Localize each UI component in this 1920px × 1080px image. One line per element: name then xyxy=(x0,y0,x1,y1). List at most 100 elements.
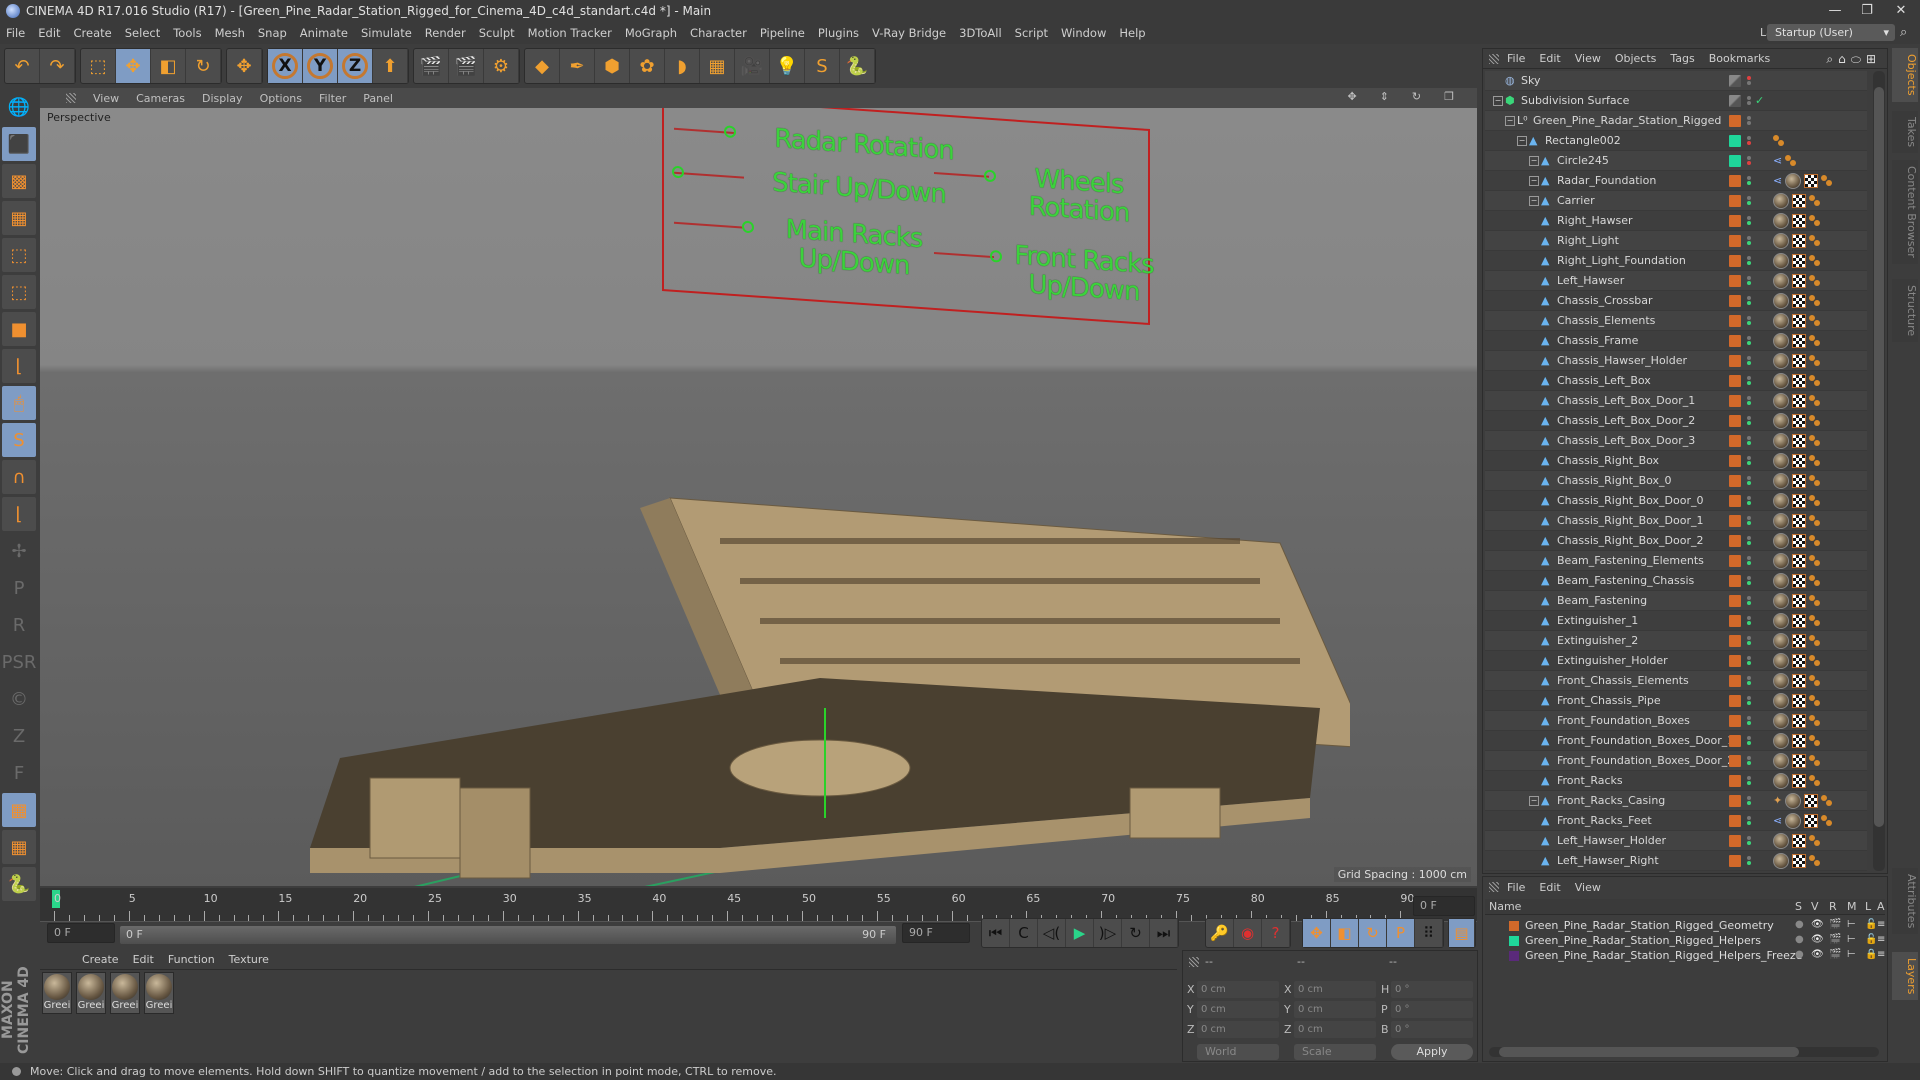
layer-horizontal-scrollbar[interactable] xyxy=(1489,1047,1879,1057)
column-header-m[interactable]: M xyxy=(1847,900,1857,913)
python-button[interactable]: 🐍 xyxy=(840,49,875,83)
layer-color-swatch[interactable] xyxy=(1729,494,1741,507)
visibility-dots[interactable] xyxy=(1747,115,1751,126)
visibility-dots[interactable] xyxy=(1747,815,1751,826)
visibility-dots[interactable] xyxy=(1747,855,1751,866)
visibility-dots[interactable] xyxy=(1747,375,1751,386)
ik-r-button[interactable]: R xyxy=(2,608,36,642)
visibility-dots[interactable] xyxy=(1747,555,1751,566)
render-icon[interactable]: 🎬 xyxy=(1829,919,1841,930)
object-list-scrollbar[interactable] xyxy=(1873,71,1885,871)
visibility-dots[interactable] xyxy=(1747,715,1751,726)
3d-viewport[interactable]: Perspective Radar Rotation Wheels Rotatio… xyxy=(40,108,1477,886)
material-tag-icon[interactable] xyxy=(1773,332,1789,349)
ik-tag-icon[interactable] xyxy=(1809,754,1821,767)
zoom-view-icon[interactable]: ⇕ xyxy=(1380,90,1389,103)
rotate-view-icon[interactable]: ↻ xyxy=(1412,90,1421,103)
control-slider-knob[interactable] xyxy=(990,249,1002,263)
snap-button[interactable]: ∩ xyxy=(2,460,36,494)
layer-color-swatch[interactable] xyxy=(1729,214,1741,227)
visibility-dots[interactable] xyxy=(1747,135,1751,146)
coord-y-field[interactable]: 0 cm xyxy=(1294,1001,1376,1018)
uvw-tag-icon[interactable] xyxy=(1792,633,1806,648)
ik-tag-icon[interactable] xyxy=(1809,294,1821,307)
ik-tag-icon[interactable] xyxy=(1821,814,1833,827)
material-menu-texture[interactable]: Texture xyxy=(229,953,269,966)
layer-menu-edit[interactable]: Edit xyxy=(1539,881,1560,894)
ik-tag-icon[interactable] xyxy=(1809,194,1821,207)
camera-button[interactable]: 🎥 xyxy=(735,49,770,83)
object-row[interactable]: ▲ Beam_Fastening_Elements xyxy=(1485,551,1867,571)
visibility-dots[interactable] xyxy=(1747,695,1751,706)
coord-p-field[interactable]: 0 ° xyxy=(1391,1001,1473,1018)
object-row[interactable]: ▲ Left_Hawser_Right xyxy=(1485,851,1867,871)
menu-plugins[interactable]: Plugins xyxy=(818,26,859,40)
material-tag-icon[interactable] xyxy=(1773,852,1789,869)
ik-tag-icon[interactable] xyxy=(1809,514,1821,527)
ik-tag-icon[interactable] xyxy=(1809,434,1821,447)
expand-icon[interactable]: − xyxy=(1529,195,1539,206)
material-menu-function[interactable]: Function xyxy=(168,953,215,966)
render-settings-button[interactable]: ⚙ xyxy=(484,49,519,83)
coordinate-mode-dropdown[interactable]: World xyxy=(1197,1044,1279,1060)
end-frame-field[interactable]: 90 F xyxy=(902,923,970,943)
uvw-tag-icon[interactable] xyxy=(1792,693,1806,708)
expand-icon[interactable]: − xyxy=(1529,155,1539,166)
object-row[interactable]: ▲ Left_Hawser_Holder xyxy=(1485,831,1867,851)
layer-color-swatch[interactable] xyxy=(1729,254,1741,267)
ik-tag-icon[interactable] xyxy=(1809,854,1821,867)
edges-mode-button[interactable]: ⬚ xyxy=(2,275,36,309)
layer-color-swatch[interactable] xyxy=(1729,474,1741,487)
toggle-layout-icon[interactable]: ❐ xyxy=(1444,90,1454,103)
ik-tag-icon[interactable] xyxy=(1809,674,1821,687)
viewport-menu-filter[interactable]: Filter xyxy=(319,92,346,105)
points-mode-button[interactable]: ⬚ xyxy=(2,238,36,272)
object-row[interactable]: ▲ Chassis_Frame xyxy=(1485,331,1867,351)
enabled-check-icon[interactable]: ✓ xyxy=(1755,94,1764,107)
y-axis-button[interactable]: Y xyxy=(303,49,338,83)
visibility-dots[interactable] xyxy=(1747,655,1751,666)
coord-x-field[interactable]: 0 cm xyxy=(1197,981,1279,998)
layer-color-swatch[interactable] xyxy=(1729,314,1741,327)
menu-help[interactable]: Help xyxy=(1119,26,1145,40)
material-swatch[interactable]: Greei xyxy=(110,972,140,1014)
python-script-button[interactable]: 🐍 xyxy=(2,867,36,901)
object-row[interactable]: − ▲ Radar_Foundation ⋖ xyxy=(1485,171,1867,191)
tab-content-browser[interactable]: Content Browser xyxy=(1892,160,1918,264)
material-tag-icon[interactable] xyxy=(1785,792,1802,809)
object-row[interactable]: − ⬢ Subdivision Surface ✓ xyxy=(1485,91,1867,111)
menu-3dtoall[interactable]: 3DToAll xyxy=(959,26,1002,40)
layer-color-swatch[interactable] xyxy=(1729,234,1741,247)
tab-objects[interactable]: Objects xyxy=(1892,48,1918,102)
layer-color-swatch[interactable] xyxy=(1729,374,1741,387)
visibility-dots[interactable] xyxy=(1747,435,1751,446)
uvw-tag-icon[interactable] xyxy=(1792,853,1806,868)
visibility-dots[interactable] xyxy=(1747,615,1751,626)
visibility-dots[interactable] xyxy=(1747,455,1751,466)
uvw-tag-icon[interactable] xyxy=(1792,673,1806,688)
uvw-tag-icon[interactable] xyxy=(1792,653,1806,668)
joint-tool-button[interactable]: ✢ xyxy=(2,534,36,568)
lock-icon[interactable]: 🔒 xyxy=(1865,949,1877,960)
minimize-button[interactable]: — xyxy=(1820,2,1850,20)
visibility-dots[interactable] xyxy=(1747,575,1751,586)
visibility-dots[interactable] xyxy=(1747,735,1751,746)
object-manager-toolbar-icons[interactable]: ⌕⌂⬭⊞ xyxy=(1826,52,1881,67)
ik-tag-icon[interactable] xyxy=(1809,474,1821,487)
model-mode-button[interactable]: ⬛ xyxy=(2,127,36,161)
key-position-button[interactable]: ✥ xyxy=(1303,919,1331,947)
menu-character[interactable]: Character xyxy=(690,26,747,40)
layer-row[interactable]: Green_Pine_Radar_Station_Rigged_Geometry… xyxy=(1485,919,1885,934)
object-row[interactable]: − ▲ Front_Racks_Casing ✦ xyxy=(1485,791,1867,811)
object-row[interactable]: ▲ Front_Chassis_Elements xyxy=(1485,671,1867,691)
layer-row[interactable]: Green_Pine_Radar_Station_Rigged_Helpers_… xyxy=(1485,949,1885,964)
layer-color-swatch[interactable] xyxy=(1729,434,1741,447)
material-tag-icon[interactable] xyxy=(1773,492,1789,509)
ik-tag-icon[interactable] xyxy=(1809,654,1821,667)
object-row[interactable]: ▲ Chassis_Hawser_Holder xyxy=(1485,351,1867,371)
object-row[interactable]: ▲ Chassis_Left_Box_Door_1 xyxy=(1485,391,1867,411)
uvw-tag-icon[interactable] xyxy=(1792,833,1806,848)
ik-tag-icon[interactable] xyxy=(1773,134,1785,147)
layer-color-swatch[interactable] xyxy=(1729,454,1741,467)
ik-tag-icon[interactable] xyxy=(1809,274,1821,287)
